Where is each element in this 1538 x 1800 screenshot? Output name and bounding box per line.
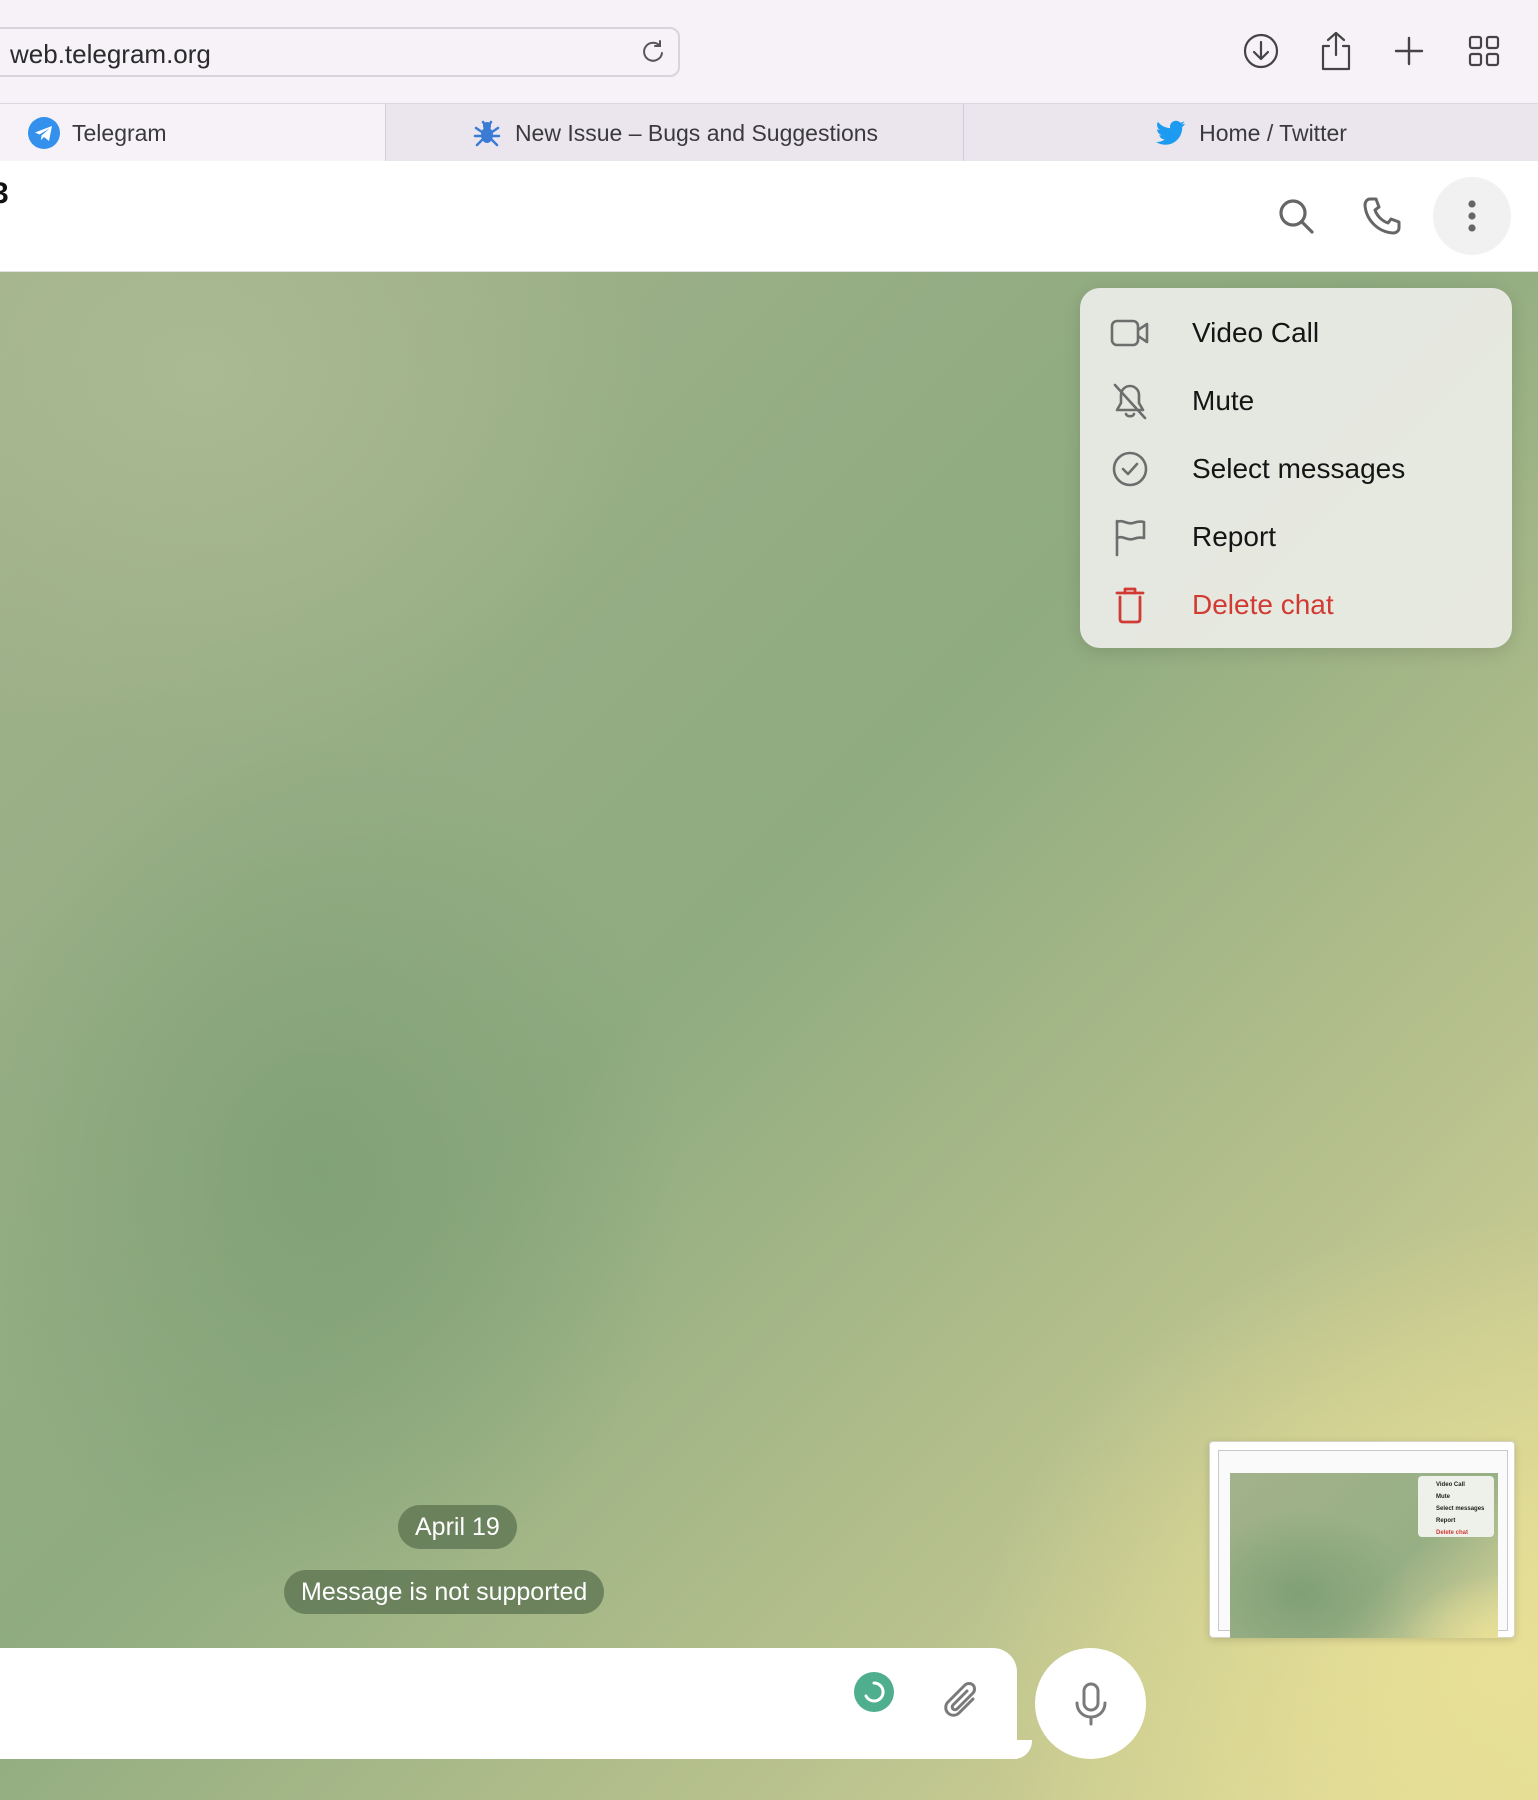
- video-camera-icon: [1110, 313, 1150, 353]
- thumbnail-menu-item: Video Call: [1436, 1482, 1465, 1488]
- reload-icon[interactable]: [638, 37, 668, 67]
- new-tab-icon[interactable]: [1386, 28, 1432, 74]
- search-icon[interactable]: [1257, 177, 1335, 255]
- tab-label: Home / Twitter: [1199, 119, 1347, 146]
- bug-icon: [471, 117, 503, 149]
- menu-item-delete-chat[interactable]: Delete chat: [1080, 575, 1512, 635]
- browser-toolbar: web.telegram.org: [0, 0, 1538, 103]
- paperclip-icon[interactable]: [940, 1680, 986, 1726]
- more-vertical-icon[interactable]: [1433, 177, 1511, 255]
- menu-item-select-messages[interactable]: Select messages: [1080, 439, 1512, 499]
- screenshot-thumbnail[interactable]: Video Call Mute Select messages Report D…: [1209, 1441, 1515, 1638]
- tab-new-issue[interactable]: New Issue – Bugs and Suggestions: [385, 104, 963, 162]
- trash-icon: [1110, 585, 1150, 625]
- thumbnail-menu-item: Select messages: [1436, 1506, 1485, 1512]
- download-icon[interactable]: [1238, 28, 1284, 74]
- address-bar[interactable]: web.telegram.org: [0, 27, 680, 77]
- bell-off-icon: [1110, 381, 1150, 421]
- menu-item-video-call[interactable]: Video Call: [1080, 303, 1512, 363]
- microphone-icon[interactable]: [1035, 1648, 1146, 1759]
- thumbnail-menu-item: Report: [1436, 1518, 1456, 1524]
- chat-header: 3: [0, 161, 1538, 272]
- tab-strip: Telegram New Issue – Bugs and Suggestion…: [0, 103, 1538, 162]
- thumbnail-frame: Video Call Mute Select messages Report D…: [1218, 1450, 1508, 1638]
- chat-context-menu: Video Call Mute Select messages Report D…: [1080, 288, 1512, 648]
- tab-overview-icon[interactable]: [1461, 28, 1507, 74]
- loading-spinner-icon: [854, 1672, 894, 1712]
- menu-item-mute[interactable]: Mute: [1080, 371, 1512, 431]
- service-message: Message is not supported: [284, 1570, 605, 1614]
- thumbnail-menu: Video Call Mute Select messages Report D…: [1418, 1476, 1494, 1537]
- check-circle-icon: [1110, 449, 1150, 489]
- telegram-icon: [28, 117, 60, 149]
- flag-icon: [1110, 517, 1150, 557]
- thumbnail-menu-item: Delete chat: [1436, 1530, 1469, 1536]
- twitter-icon: [1155, 117, 1187, 149]
- tab-telegram[interactable]: Telegram: [0, 104, 385, 162]
- chat-title[interactable]: 3: [0, 177, 9, 211]
- phone-icon[interactable]: [1343, 177, 1421, 255]
- address-bar-url[interactable]: web.telegram.org: [10, 39, 211, 70]
- date-separator: April 19: [398, 1505, 517, 1549]
- tab-twitter[interactable]: Home / Twitter: [963, 104, 1538, 162]
- tab-label: Telegram: [72, 119, 167, 146]
- menu-item-report[interactable]: Report: [1080, 507, 1512, 567]
- thumbnail-menu-item: Mute: [1436, 1494, 1450, 1500]
- share-icon[interactable]: [1313, 28, 1359, 74]
- tab-label: New Issue – Bugs and Suggestions: [514, 119, 879, 146]
